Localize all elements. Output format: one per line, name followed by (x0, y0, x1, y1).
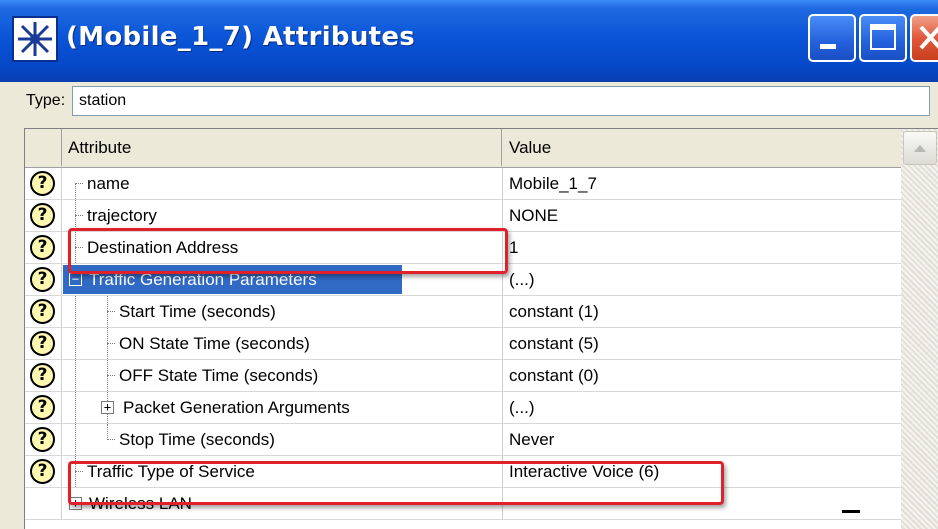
row-attribute: name (87, 174, 130, 193)
question-help-icon[interactable]: ? (30, 267, 55, 292)
minimize-button[interactable] (808, 14, 856, 62)
star-app-icon[interactable] (12, 16, 58, 62)
row-value[interactable]: constant (5) (509, 334, 599, 354)
maximize-icon (870, 24, 896, 50)
question-help-icon[interactable]: ? (30, 171, 55, 196)
header-attribute[interactable]: Attribute (62, 129, 502, 166)
tree-line (75, 424, 77, 455)
collapse-minus-icon[interactable]: − (69, 273, 82, 286)
column-divider (61, 296, 62, 327)
type-label: Type: (26, 92, 66, 109)
row-attribute: Stop Time (seconds) (119, 430, 275, 449)
highlight-box-traffic-type-of-service (68, 461, 724, 505)
scroll-up-arrow-icon (914, 145, 926, 152)
maximize-button[interactable] (859, 14, 907, 62)
question-help-icon[interactable]: ? (30, 427, 55, 452)
column-divider (61, 456, 62, 487)
close-button[interactable] (910, 14, 938, 62)
type-field[interactable]: station (72, 86, 930, 116)
row-value[interactable]: (...) (509, 270, 535, 290)
window-title: (Mobile_1_7) Attributes (66, 22, 416, 52)
question-help-icon[interactable]: ? (30, 459, 55, 484)
column-divider (61, 392, 62, 423)
tree-line (75, 296, 77, 327)
column-divider (502, 200, 503, 231)
tree-line (75, 215, 83, 217)
tree-line (107, 439, 115, 441)
table-row[interactable]: ? name Mobile_1_7 (25, 168, 901, 200)
row-value[interactable]: constant (0) (509, 366, 599, 386)
row-attribute: trajectory (87, 206, 157, 225)
vertical-scrollbar[interactable] (901, 129, 938, 529)
text-cursor (842, 510, 860, 513)
tree-line (107, 343, 115, 345)
column-divider (61, 488, 62, 519)
column-divider (502, 168, 503, 199)
minimize-icon (820, 44, 836, 49)
row-attribute: OFF State Time (seconds) (119, 366, 319, 385)
question-help-icon[interactable]: ? (30, 203, 55, 228)
scroll-up-button[interactable] (903, 131, 937, 165)
question-help-icon[interactable]: ? (30, 331, 55, 356)
tree-line (75, 183, 77, 199)
row-attribute: Packet Generation Arguments (123, 398, 350, 417)
question-help-icon[interactable]: ? (30, 395, 55, 420)
tree-line (75, 360, 77, 391)
header-icon-column (25, 129, 62, 166)
column-divider (61, 264, 62, 295)
column-divider (61, 200, 62, 231)
expand-plus-icon[interactable]: + (101, 401, 114, 414)
row-value[interactable]: NONE (509, 206, 558, 226)
question-help-icon[interactable]: ? (30, 363, 55, 388)
tree-line (107, 424, 109, 440)
tree-line (75, 392, 77, 423)
row-value[interactable]: Mobile_1_7 (509, 174, 597, 194)
column-divider (502, 424, 503, 455)
tree-line (107, 311, 115, 313)
row-value[interactable]: Never (509, 430, 554, 450)
column-divider (502, 360, 503, 391)
column-divider (502, 392, 503, 423)
tree-line (107, 375, 115, 377)
column-divider (61, 360, 62, 391)
table-row[interactable]: ? Start Time (seconds) constant (1) (25, 296, 901, 328)
row-attribute: ON State Time (seconds) (119, 334, 310, 353)
row-value[interactable]: (...) (509, 398, 535, 418)
column-divider (61, 168, 62, 199)
header-value[interactable]: Value (503, 129, 901, 166)
table-row[interactable]: ? ON State Time (seconds) constant (5) (25, 328, 901, 360)
row-attribute: Start Time (seconds) (119, 302, 276, 321)
grid-header: Attribute Value (25, 129, 901, 168)
column-divider (502, 296, 503, 327)
table-row[interactable]: ? Stop Time (seconds) Never (25, 424, 901, 456)
question-help-icon[interactable]: ? (30, 235, 55, 260)
title-bar[interactable]: (Mobile_1_7) Attributes (0, 0, 938, 82)
tree-line (75, 328, 77, 359)
column-divider (61, 328, 62, 359)
question-help-icon[interactable]: ? (30, 299, 55, 324)
table-row[interactable]: ? + Packet Generation Arguments (...) (25, 392, 901, 424)
table-row[interactable]: ? OFF State Time (seconds) constant (0) (25, 360, 901, 392)
highlight-box-destination-address (68, 228, 508, 274)
tree-line (75, 183, 83, 185)
close-icon (919, 25, 938, 50)
row-value[interactable]: constant (1) (509, 302, 599, 322)
column-divider (61, 232, 62, 263)
column-divider (502, 328, 503, 359)
row-value[interactable]: 1 (509, 238, 518, 258)
column-divider (61, 424, 62, 455)
